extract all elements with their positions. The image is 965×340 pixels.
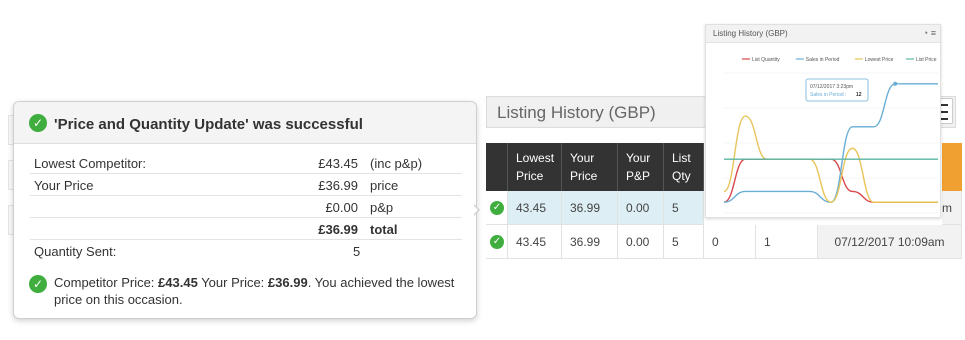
check-icon: ✓ xyxy=(490,201,504,215)
col-lowest-price[interactable]: Lowest Price xyxy=(508,143,562,191)
quantity-label: Quantity Sent: xyxy=(34,244,117,259)
success-check-icon: ✓ xyxy=(29,114,47,132)
cell-lowest-price: 43.45 xyxy=(508,225,562,259)
cell-sales: 0 xyxy=(704,225,756,259)
row-label: Your Price xyxy=(34,178,94,193)
cell-your-pp: 0.00 xyxy=(618,191,664,225)
tooltip-value: 12 xyxy=(856,92,862,98)
legend-label[interactable]: Lowest Price xyxy=(865,57,894,63)
row-label: Lowest Competitor: xyxy=(34,156,146,171)
your-price-row: Your Price £36.99 price xyxy=(30,174,462,196)
footer-text: Your Price: xyxy=(197,275,268,290)
cell-your-pp: 0.00 xyxy=(618,225,664,259)
cell-date: 07/12/2017 10:09am xyxy=(818,225,962,259)
popup-title: 'Price and Quantity Update' was successf… xyxy=(54,116,363,133)
series-line-0[interactable] xyxy=(723,158,938,203)
status-cell: ✓ xyxy=(486,191,508,225)
listing-history-chart: Listing History (GBP) ◔ ≡ List Quantity S… xyxy=(705,24,941,218)
success-popup: ✓ 'Price and Quantity Update' was succes… xyxy=(13,101,477,319)
chart-menu-icon[interactable]: ◔ ≡ xyxy=(923,28,936,38)
legend-label[interactable]: List Quantity xyxy=(752,57,780,63)
row-unit: (inc p&p) xyxy=(370,156,423,171)
cell-date: m xyxy=(942,191,962,225)
chart-plot: List Quantity Sales in Period Lowest Price… xyxy=(723,57,938,214)
row-value: £0.00 xyxy=(325,200,358,215)
popup-arrow-inner xyxy=(473,205,478,215)
pp-row: £0.00 p&p xyxy=(30,196,462,218)
quantity-value: 5 xyxy=(353,244,361,259)
lowest-competitor-row: Lowest Competitor: £43.45 (inc p&p) xyxy=(30,152,462,174)
footer-text: Competitor Price: xyxy=(54,275,159,290)
row-value: £43.45 xyxy=(318,156,358,171)
row-unit: price xyxy=(370,178,399,193)
cell-sold: 1 xyxy=(756,225,818,259)
col-date[interactable] xyxy=(942,143,962,191)
status-cell: ✓ xyxy=(486,225,508,259)
highlight-marker[interactable] xyxy=(893,81,898,86)
tooltip-time: 07/12/2017 3:23pm xyxy=(810,84,853,90)
cell-list-qty: 5 xyxy=(664,191,704,225)
header-spacer xyxy=(486,143,508,191)
row-unit: p&p xyxy=(370,200,394,215)
cell-list-qty: 5 xyxy=(664,225,704,259)
chart-title: Listing History (GBP) xyxy=(713,29,788,38)
competitor-price-value: £43.45 xyxy=(158,275,198,290)
popup-footer-message: Competitor Price: £43.45 Your Price: £36… xyxy=(54,274,466,308)
col-your-pp[interactable]: Your P&P xyxy=(618,143,664,191)
col-list-qty[interactable]: List Qty xyxy=(664,143,704,191)
cell-your-price: 36.99 xyxy=(562,225,618,259)
check-icon: ✓ xyxy=(490,235,504,249)
popup-header: ✓ 'Price and Quantity Update' was succes… xyxy=(14,102,476,144)
total-row: £36.99 total xyxy=(30,218,462,240)
row-value: £36.99 xyxy=(318,222,358,237)
quantity-row: Quantity Sent: 5 xyxy=(30,240,462,262)
listing-history-title: Listing History (GBP) xyxy=(497,103,656,122)
tooltip-label: Sales in Period : xyxy=(810,92,846,98)
legend-label[interactable]: Sales in Period xyxy=(806,57,840,63)
your-price-value: £36.99 xyxy=(267,275,308,290)
cell-your-price: 36.99 xyxy=(562,191,618,225)
row-value: £36.99 xyxy=(318,178,358,193)
col-your-price[interactable]: Your Price xyxy=(562,143,618,191)
success-check-icon: ✓ xyxy=(29,275,47,293)
row-unit: total xyxy=(370,222,398,237)
legend-label[interactable]: List Price xyxy=(916,57,937,63)
chart-header: Listing History (GBP) ◔ ≡ xyxy=(706,25,940,43)
cell-lowest-price: 43.45 xyxy=(508,191,562,225)
